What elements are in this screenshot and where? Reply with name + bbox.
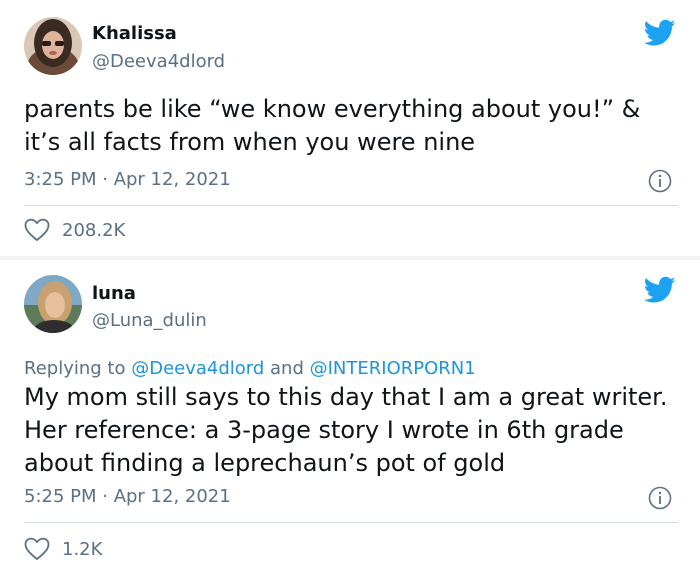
like-count: 208.2K (62, 219, 126, 241)
mention-link[interactable]: @Deeva4dlord (131, 358, 264, 379)
replying-to: Replying to @Deeva4dlord and @INTERIORPO… (24, 358, 476, 379)
author-name[interactable]: Khalissa (92, 23, 177, 44)
like-count: 1.2K (62, 538, 103, 560)
author-handle[interactable]: @Luna_dulin (92, 310, 207, 331)
tweet-timestamp[interactable]: 3:25 PM · Apr 12, 2021 (24, 169, 231, 190)
like-button[interactable]: 208.2K (24, 218, 125, 242)
tweet-text: My mom still says to this day that I am … (24, 383, 668, 477)
heart-icon (24, 218, 50, 241)
twitter-bird-icon[interactable] (644, 19, 676, 47)
mention-link[interactable]: @INTERIORPORN1 (310, 358, 476, 379)
heart-icon (24, 537, 50, 560)
reply-and: and (264, 358, 310, 379)
author-avatar[interactable] (24, 275, 82, 333)
info-icon[interactable] (648, 169, 672, 193)
author-handle[interactable]: @Deeva4dlord (92, 51, 225, 72)
info-icon[interactable] (648, 486, 672, 510)
tweet-timestamp[interactable]: 5:25 PM · Apr 12, 2021 (24, 486, 231, 507)
author-avatar[interactable] (24, 17, 82, 75)
avatar-photo-icon (24, 275, 82, 333)
divider (24, 205, 678, 206)
tweet-text: parents be like “we know everything abou… (24, 95, 641, 156)
tweet-card-1[interactable]: Khalissa @Deeva4dlord parents be like “w… (0, 0, 700, 256)
divider (24, 522, 678, 523)
tweet-card-2[interactable]: luna @Luna_dulin Replying to @Deeva4dlor… (0, 260, 700, 576)
like-button[interactable]: 1.2K (24, 537, 102, 561)
avatar-photo-icon (24, 17, 82, 75)
author-name[interactable]: luna (92, 283, 136, 304)
twitter-bird-icon[interactable] (644, 276, 676, 304)
reply-prefix: Replying to (24, 358, 132, 379)
